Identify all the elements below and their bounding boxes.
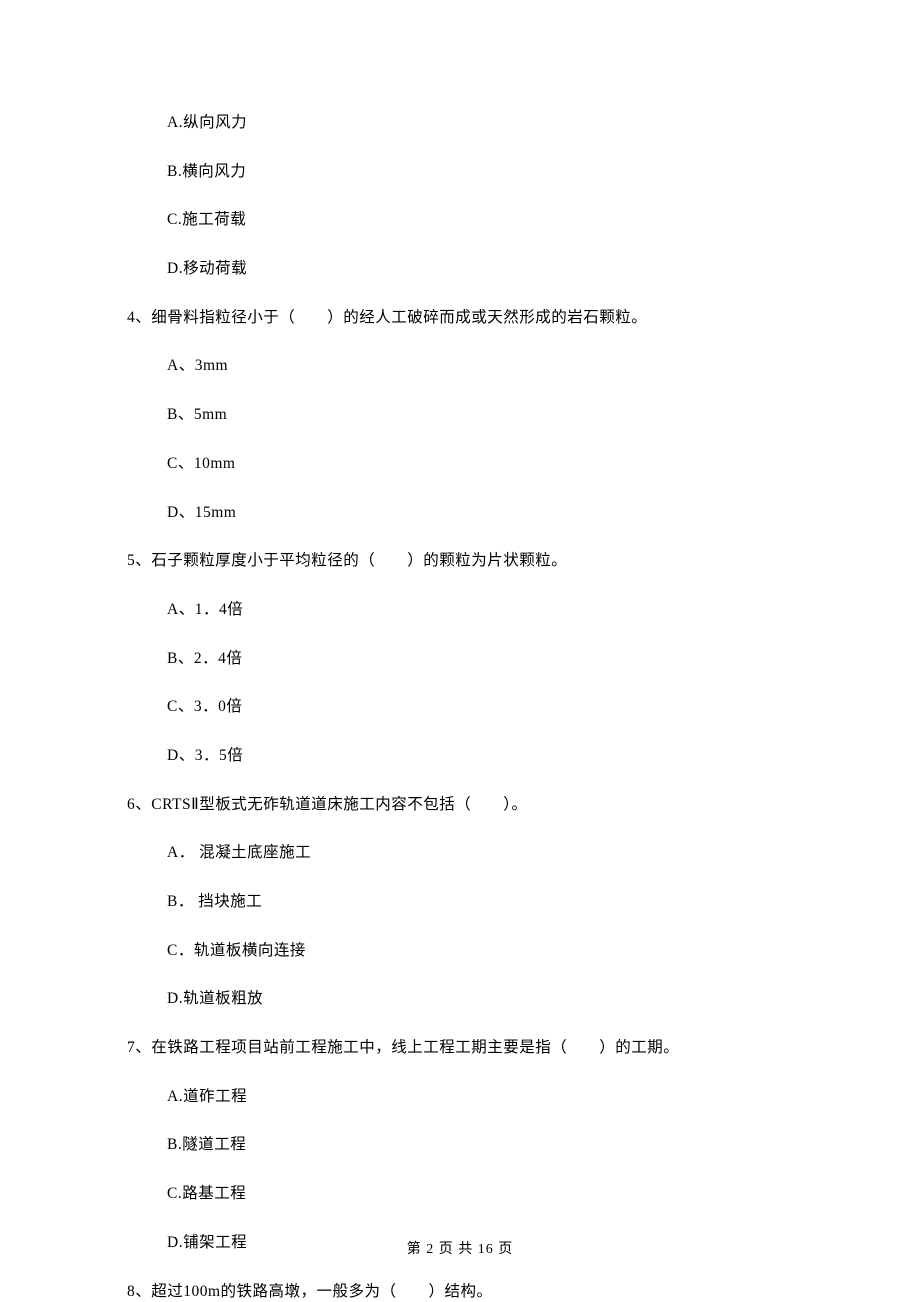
q3-option-c: C.施工荷载 xyxy=(127,209,793,231)
q4-option-b: B、5mm xyxy=(127,404,793,426)
q5-option-b: B、2．4倍 xyxy=(127,648,793,670)
q5-option-c: C、3．0倍 xyxy=(127,696,793,718)
q6-option-d: D.轨道板粗放 xyxy=(127,988,793,1010)
q4-option-d: D、15mm xyxy=(127,502,793,524)
q4-text: 4、细骨料指粒径小于（ ）的经人工破碎而成或天然形成的岩石颗粒。 xyxy=(127,307,793,329)
q6-text: 6、CRTSⅡ型板式无砟轨道道床施工内容不包括（ ）。 xyxy=(127,794,793,816)
q7-option-c: C.路基工程 xyxy=(127,1183,793,1205)
q7-option-a: A.道砟工程 xyxy=(127,1086,793,1108)
q6-option-b: B． 挡块施工 xyxy=(127,891,793,913)
q3-option-d: D.移动荷载 xyxy=(127,258,793,280)
q5-option-d: D、3．5倍 xyxy=(127,745,793,767)
q8-text: 8、超过100m的铁路高墩，一般多为（ ）结构。 xyxy=(127,1281,793,1302)
q5-option-a: A、1．4倍 xyxy=(127,599,793,621)
page-footer: 第 2 页 共 16 页 xyxy=(0,1238,920,1258)
document-content: A.纵向风力 B.横向风力 C.施工荷载 D.移动荷载 4、细骨料指粒径小于（ … xyxy=(0,0,920,1302)
q6-option-a: A． 混凝土底座施工 xyxy=(127,842,793,864)
q4-option-a: A、3mm xyxy=(127,355,793,377)
q4-option-c: C、10mm xyxy=(127,453,793,475)
q7-text: 7、在铁路工程项目站前工程施工中，线上工程工期主要是指（ ）的工期。 xyxy=(127,1037,793,1059)
q3-option-b: B.横向风力 xyxy=(127,161,793,183)
q5-text: 5、石子颗粒厚度小于平均粒径的（ ）的颗粒为片状颗粒。 xyxy=(127,550,793,572)
q6-option-c: C．轨道板横向连接 xyxy=(127,940,793,962)
q3-option-a: A.纵向风力 xyxy=(127,112,793,134)
q7-option-b: B.隧道工程 xyxy=(127,1134,793,1156)
